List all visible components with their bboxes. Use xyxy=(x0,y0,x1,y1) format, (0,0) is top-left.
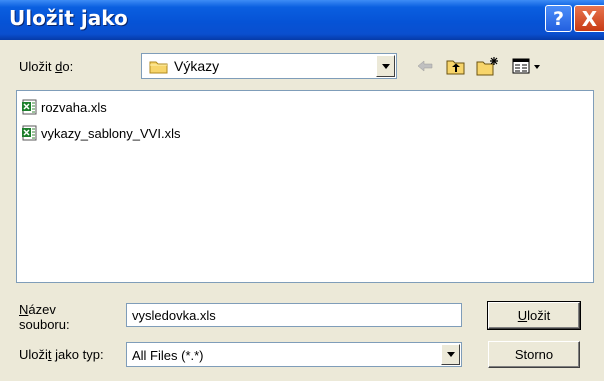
file-name-input[interactable]: vysledovka.xls xyxy=(126,303,462,327)
back-button[interactable] xyxy=(414,55,436,77)
list-item[interactable]: rozvaha.xls xyxy=(21,97,107,117)
save-in-dropdown-button[interactable] xyxy=(376,55,395,77)
save-as-type-dropdown-button[interactable] xyxy=(441,344,460,365)
file-list[interactable]: rozvaha.xls vykazy_sablony_VVI.xls xyxy=(16,90,594,283)
save-as-type-label: Uložit jako typ: xyxy=(19,347,104,362)
help-icon: ? xyxy=(552,7,565,30)
save-in-combobox[interactable]: Výkazy xyxy=(141,53,397,79)
help-button[interactable]: ? xyxy=(545,5,572,32)
save-in-value: Výkazy xyxy=(174,58,220,74)
save-button[interactable]: Uložit xyxy=(487,301,581,330)
chevron-down-icon xyxy=(381,63,390,69)
close-icon: X xyxy=(581,6,598,31)
title-bar[interactable]: Uložit jako ? X xyxy=(0,0,604,40)
list-item[interactable]: vykazy_sablony_VVI.xls xyxy=(21,123,180,143)
new-folder-icon xyxy=(476,57,498,76)
save-in-label: Uložit do: xyxy=(19,59,74,74)
dialog-title: Uložit jako xyxy=(9,6,128,30)
file-name-label: Název souboru: xyxy=(19,302,70,332)
file-name: vykazy_sablony_VVI.xls xyxy=(41,125,181,141)
save-as-type-combobox[interactable]: All Files (*.*) xyxy=(126,342,462,367)
up-folder-button[interactable] xyxy=(444,55,468,77)
up-folder-icon xyxy=(446,60,465,74)
view-menu-button[interactable] xyxy=(510,55,544,77)
excel-file-icon xyxy=(22,125,37,141)
close-button[interactable]: X xyxy=(574,5,604,32)
new-folder-button[interactable] xyxy=(474,55,502,77)
view-menu-icon xyxy=(512,58,540,74)
folder-icon xyxy=(149,61,168,74)
save-as-type-value: All Files (*.*) xyxy=(132,348,204,363)
back-arrow-icon xyxy=(417,60,433,72)
excel-file-icon xyxy=(22,99,37,115)
save-as-dialog: Uložit jako ? X Uložit do: Výkazy rozvah… xyxy=(0,0,604,381)
file-name: rozvaha.xls xyxy=(41,99,107,115)
cancel-button[interactable]: Storno xyxy=(488,341,580,368)
chevron-down-icon xyxy=(446,352,455,357)
